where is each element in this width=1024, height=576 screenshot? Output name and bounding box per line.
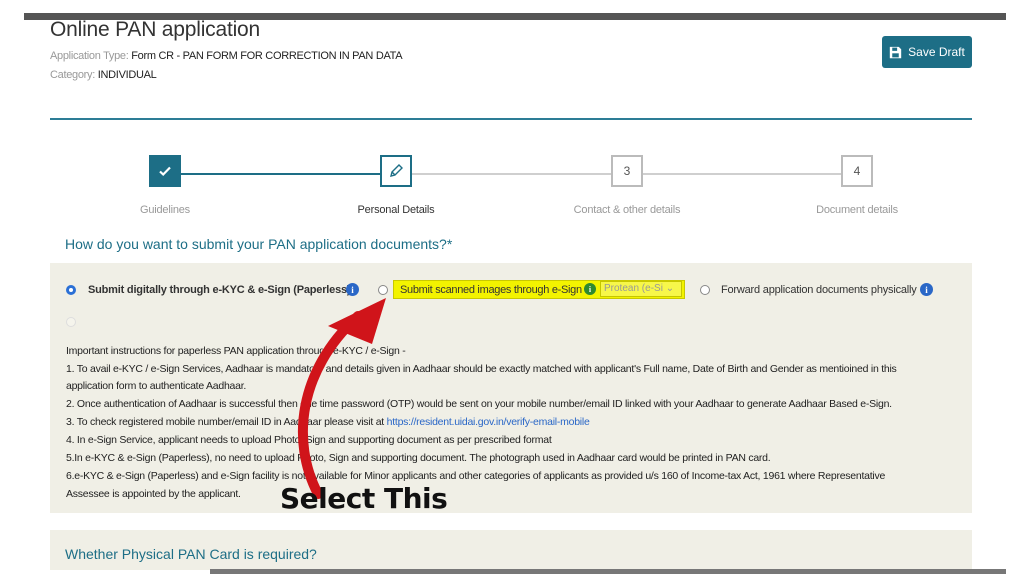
annotation-arrow [297,298,386,499]
physical-pan-question: Whether Physical PAN Card is required? [65,546,317,562]
bottom-bar [210,569,1006,574]
select-this-callout: Select This [280,482,448,515]
physical-pan-panel: Whether Physical PAN Card is required? [50,530,972,570]
